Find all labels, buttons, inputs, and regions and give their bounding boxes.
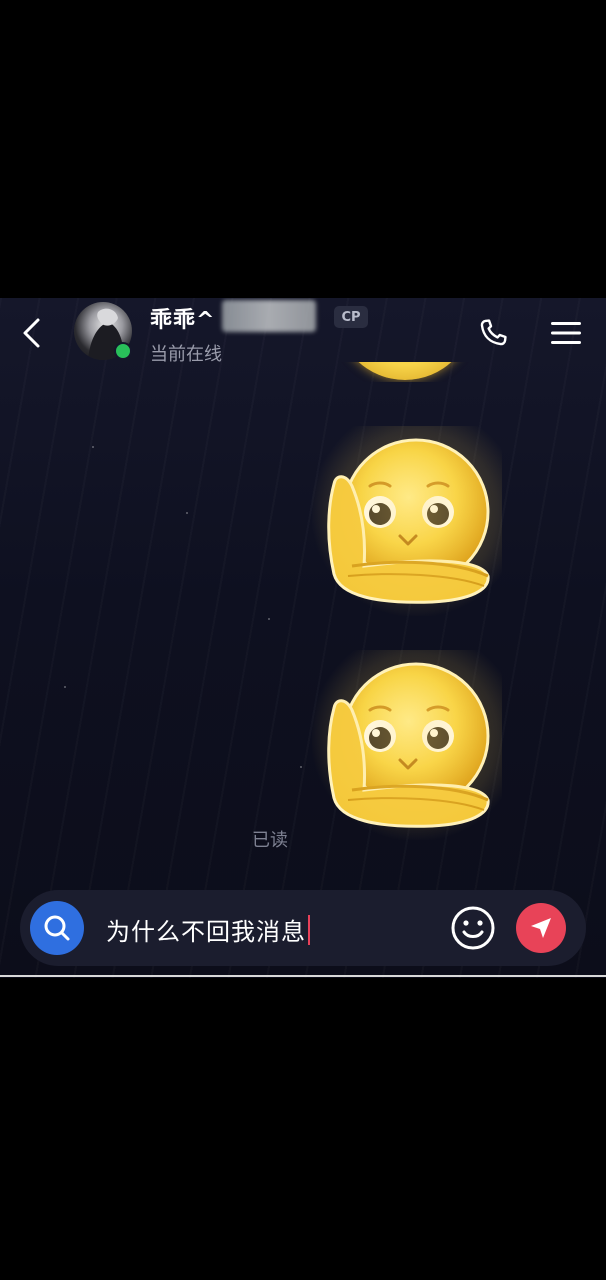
online-status-text: 当前在线 (150, 344, 222, 365)
smiley-face-icon (451, 906, 495, 950)
background-star (268, 618, 270, 620)
online-status-dot (114, 342, 132, 360)
menu-button[interactable] (546, 314, 586, 352)
emoji-button[interactable] (448, 903, 498, 953)
sticker-edge (336, 362, 474, 380)
phone-icon (480, 319, 507, 346)
contact-name[interactable]: 乖乖^ (150, 302, 215, 334)
search-icon (44, 915, 70, 941)
message-input-value: 为什么不回我消息 (106, 918, 306, 946)
chevron-left-icon (23, 318, 40, 348)
sticker-glow (312, 426, 502, 616)
divider-line (0, 975, 606, 977)
background-star (64, 686, 66, 688)
send-button[interactable] (516, 903, 566, 953)
read-receipt: 已读 (252, 830, 288, 851)
sticker-message[interactable] (312, 426, 502, 616)
name-redacted-blur (222, 300, 316, 332)
send-arrow-icon (531, 918, 551, 938)
sticker-message-partial[interactable] (336, 362, 474, 382)
contact-avatar[interactable] (74, 302, 136, 364)
search-button[interactable] (30, 901, 84, 955)
sticker-glow (312, 650, 502, 840)
background-star (92, 446, 94, 448)
background-star (300, 766, 302, 768)
message-input[interactable]: 为什么不回我消息 (106, 912, 310, 947)
hamburger-menu-icon (551, 322, 581, 344)
back-button[interactable] (14, 316, 48, 350)
call-button[interactable] (474, 314, 512, 352)
text-caret (308, 914, 310, 945)
message-composer: 为什么不回我消息 (20, 890, 586, 966)
screen: 乖乖^ 当前在线 CP 已读 为什么不回我消息 (0, 0, 606, 1280)
background-rain-streaks (0, 298, 606, 978)
background-star (186, 512, 188, 514)
chat-window: 乖乖^ 当前在线 CP 已读 为什么不回我消息 (0, 298, 606, 978)
cp-badge[interactable]: CP (334, 306, 368, 328)
sticker-message[interactable] (312, 650, 502, 840)
